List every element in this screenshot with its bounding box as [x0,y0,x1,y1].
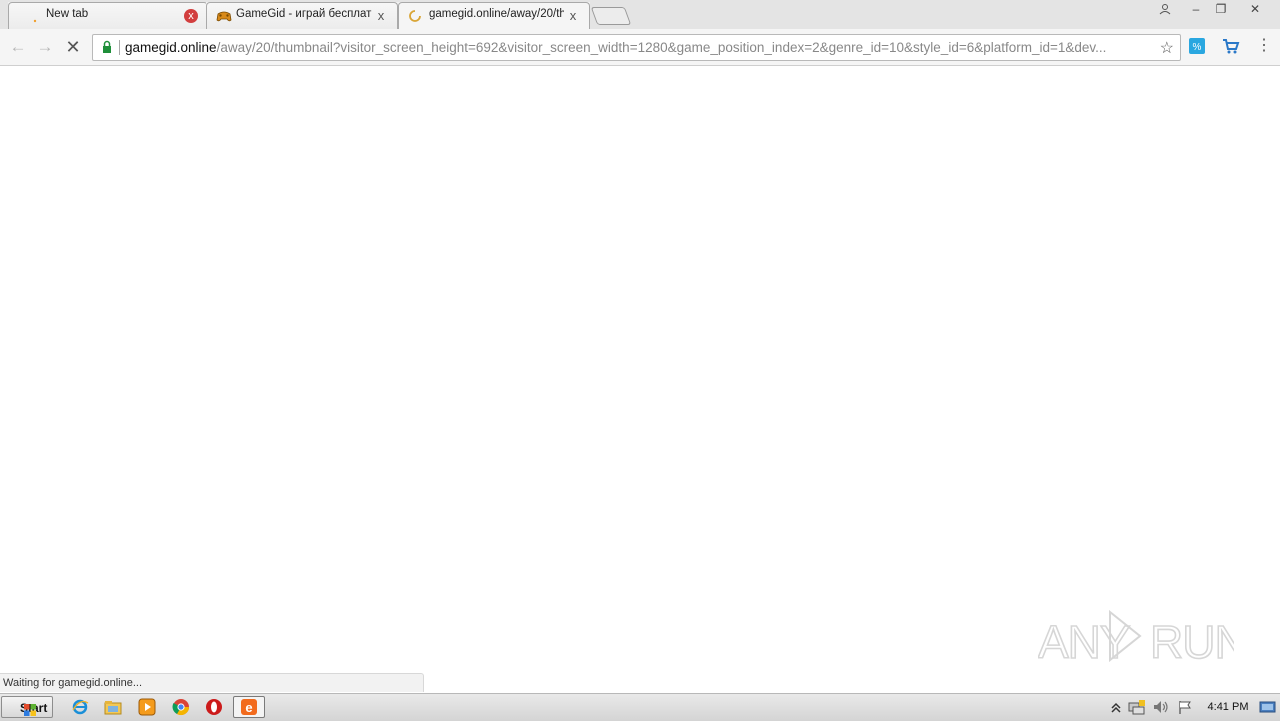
url-path: /away/20/thumbnail?visitor_screen_height… [216,40,1107,55]
profile-icon[interactable] [1152,0,1178,18]
media-player-icon[interactable] [138,698,156,716]
svg-text:ANY: ANY [1038,616,1130,666]
stop-button[interactable]: ✕ [63,37,83,57]
address-bar[interactable]: gamegid.online/away/20/thumbnail?visitor… [92,34,1181,61]
active-taskbar-item[interactable]: e [233,696,265,718]
forward-button[interactable]: → [35,37,55,57]
show-desktop-icon[interactable] [1259,699,1277,715]
restore-button[interactable]: ❐ [1208,0,1234,18]
bookmark-star-icon[interactable]: ☆ [1160,38,1174,58]
windows-logo-icon [6,701,36,716]
internet-explorer-icon[interactable] [71,698,89,716]
tab-title: GameGid - играй бесплатно [236,8,372,20]
status-bubble: Waiting for gamegid.online... [0,673,424,692]
tab-close-icon[interactable]: x [566,9,580,23]
url-text[interactable]: gamegid.online/away/20/thumbnail?visitor… [125,40,1146,55]
tab-close-icon[interactable]: x [374,9,388,23]
page-content [0,66,1280,693]
tab-strip: New tab x GameGid - играй бесплатно x ga… [0,0,1280,29]
new-tab-button[interactable] [590,7,632,25]
lock-icon [101,40,113,54]
menu-icon[interactable]: ⋮ [1256,37,1272,55]
shopping-cart-icon[interactable] [1222,38,1240,54]
tab-gamegid[interactable]: GameGid - играй бесплатно x [206,2,398,29]
loading-spinner-icon [408,9,422,23]
action-center-flag-icon[interactable] [1177,699,1193,715]
url-separator [119,40,120,55]
tab-close-icon[interactable]: x [184,9,198,23]
gamepad-icon [216,9,232,23]
tab-gamegid-away[interactable]: gamegid.online/away/20/thumbnail x [398,2,590,29]
back-button[interactable]: ← [8,37,28,57]
blank-favicon-icon [28,9,42,23]
clock[interactable]: 4:41 PM [1204,694,1252,721]
chrome-icon[interactable] [172,698,190,716]
network-icon[interactable] [1128,699,1145,715]
file-explorer-icon[interactable] [104,698,122,716]
coupon-extension-icon[interactable]: % [1189,38,1205,54]
anyrun-watermark: ANY RUN [1037,606,1248,669]
opera-icon[interactable] [205,698,223,716]
taskbar: Start e 4:41 PM [0,693,1280,721]
tab-new-tab[interactable]: New tab x [8,2,208,29]
tab-title: New tab [46,8,89,20]
browser-e-icon: e [240,698,258,716]
window-close-button[interactable]: ✕ [1240,0,1270,18]
minimize-button[interactable]: – [1183,0,1209,18]
url-host: gamegid.online [125,40,217,55]
svg-text:RUN: RUN [1150,616,1234,666]
svg-text:e: e [245,700,252,715]
volume-icon[interactable] [1152,699,1168,715]
browser-toolbar: ← → ✕ gamegid.online/away/20/thumbnail?v… [0,29,1280,66]
start-button[interactable]: Start [1,696,53,718]
tray-expand-icon[interactable] [1110,699,1126,715]
svg-text:%: % [1193,42,1202,53]
tab-title: gamegid.online/away/20/thumbnail [429,8,564,20]
